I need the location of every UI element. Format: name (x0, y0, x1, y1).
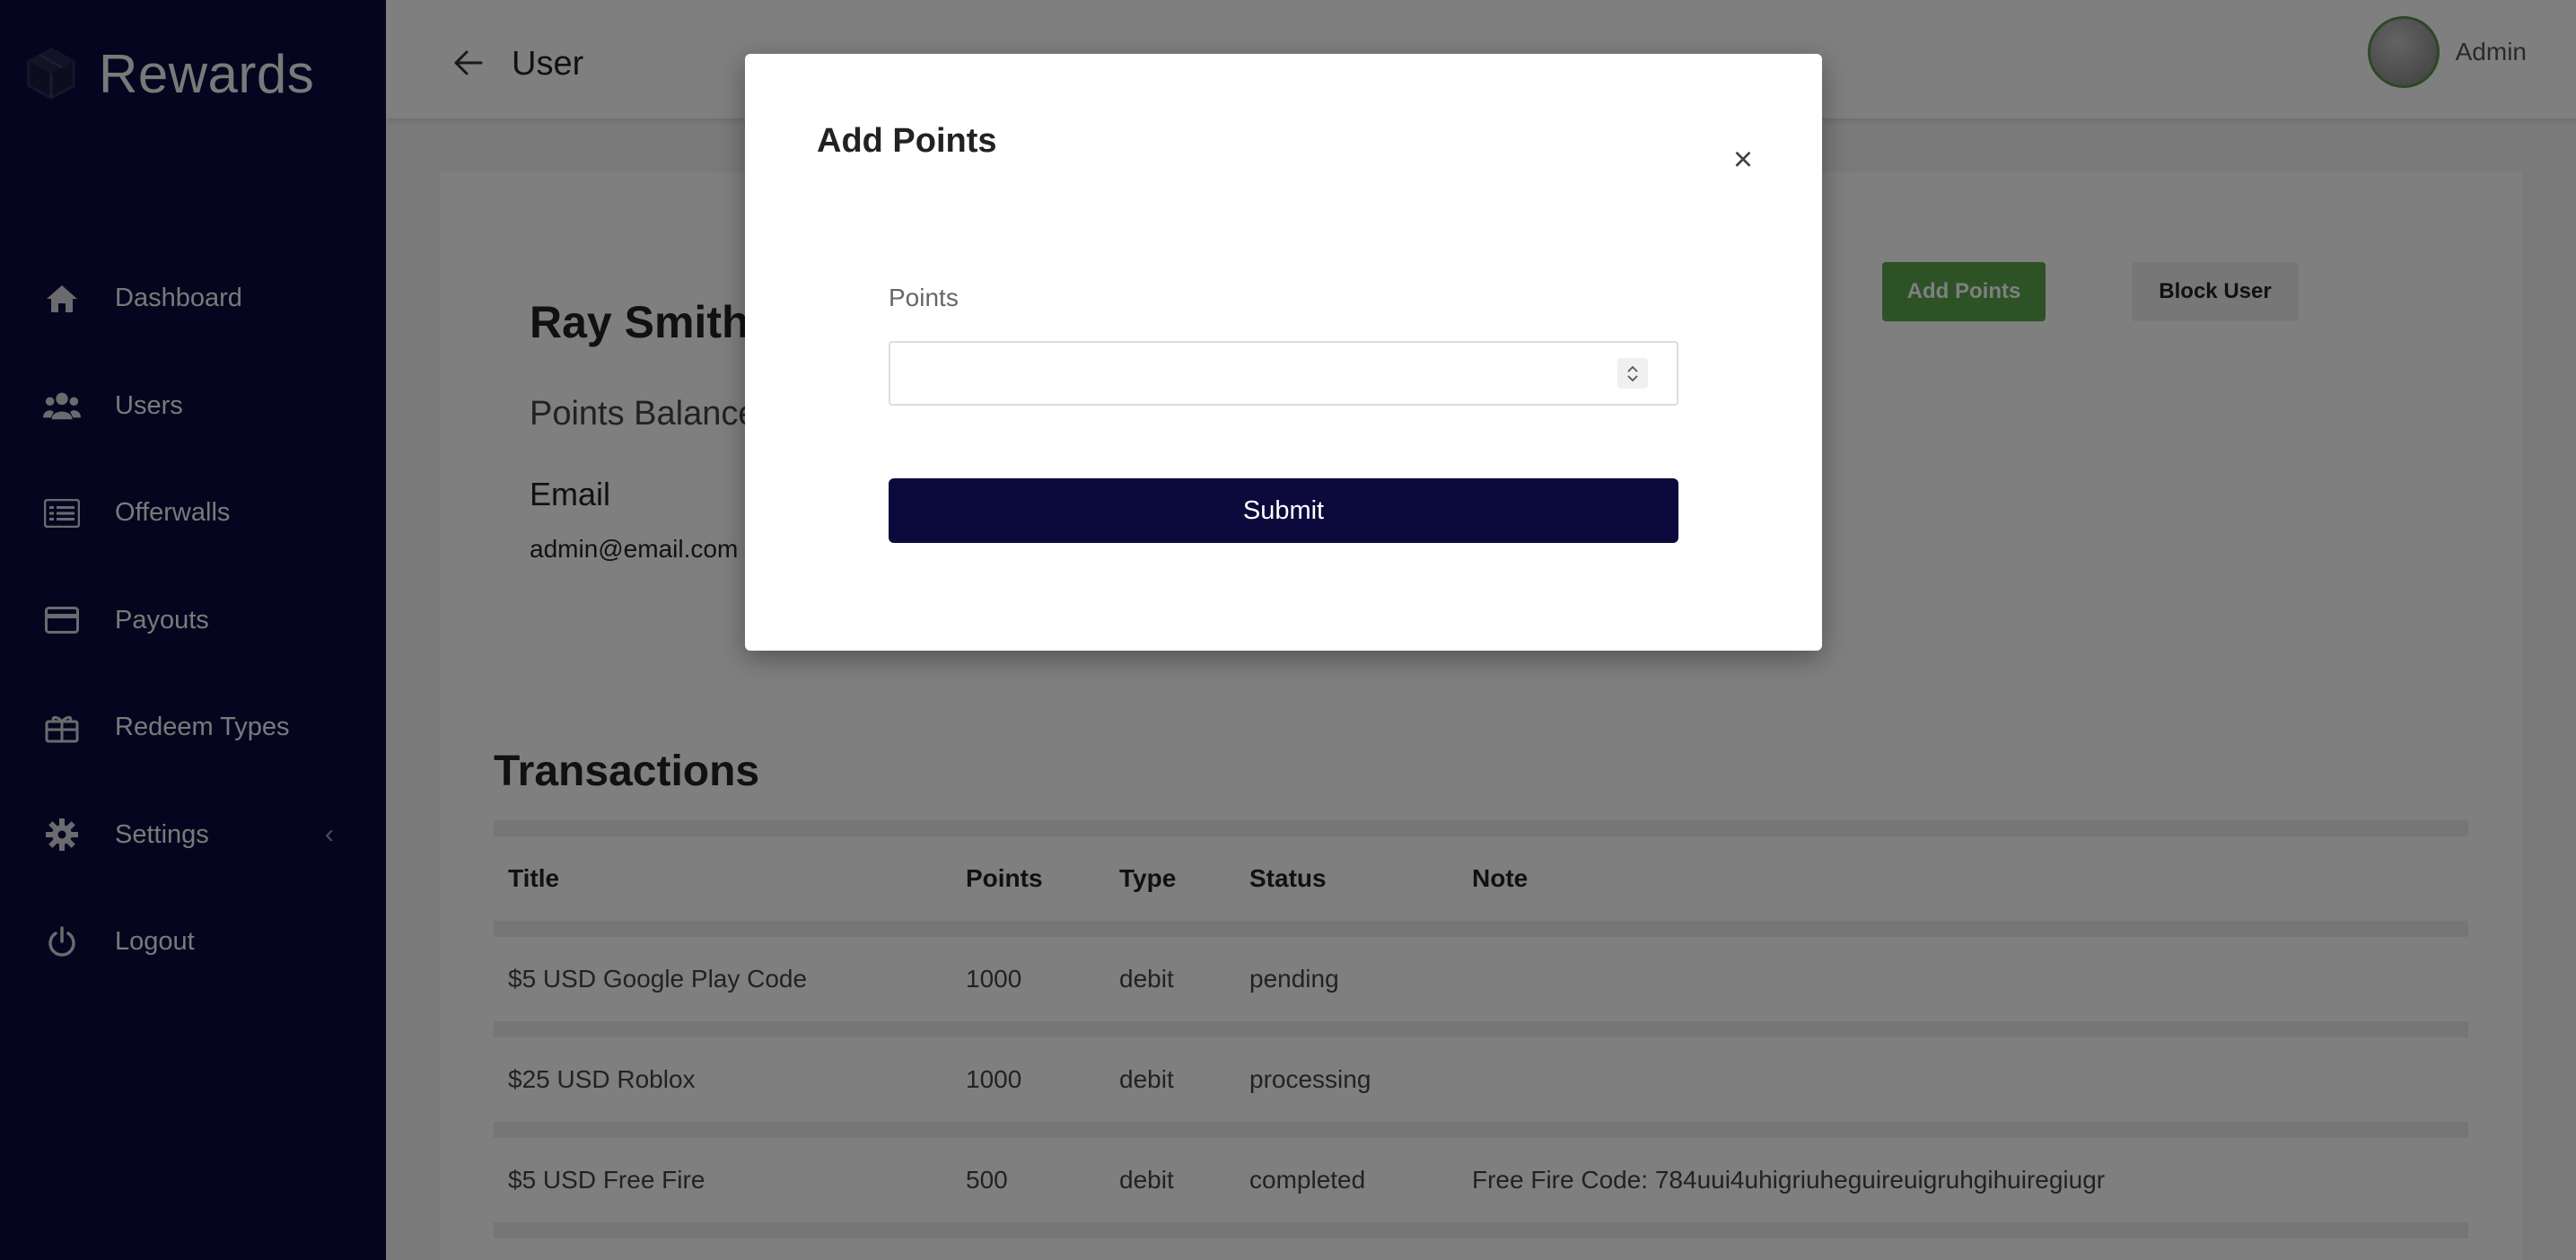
chevron-up-icon[interactable] (1626, 365, 1639, 372)
close-icon[interactable]: × (1727, 143, 1759, 177)
number-spinner[interactable] (1617, 358, 1648, 389)
points-field-label: Points (889, 284, 959, 311)
modal-title: Add Points (817, 122, 997, 160)
add-points-modal: Add Points × Points Submit (745, 54, 1822, 651)
points-input[interactable] (889, 341, 1678, 406)
submit-button[interactable]: Submit (889, 478, 1678, 543)
chevron-down-icon[interactable] (1626, 374, 1639, 382)
